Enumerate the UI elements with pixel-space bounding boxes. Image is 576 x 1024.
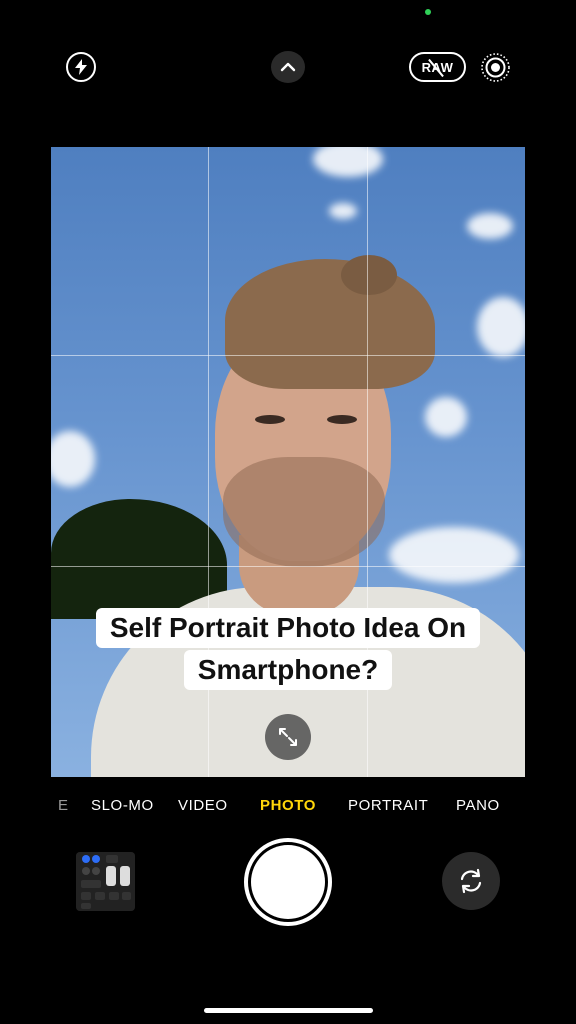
mode-partial[interactable]: E	[58, 797, 69, 814]
grid-line	[51, 355, 525, 356]
shutter-button[interactable]	[244, 838, 332, 926]
mode-photo[interactable]: PHOTO	[260, 797, 316, 814]
camera-flip-icon	[460, 868, 482, 894]
caption-text-1: Self Portrait Photo Idea On	[95, 608, 481, 648]
expand-controls-button[interactable]	[271, 51, 305, 83]
live-photo-icon	[481, 53, 510, 82]
flash-button[interactable]	[66, 52, 96, 82]
control-center-preview-icon	[76, 852, 135, 911]
caption-text-2: Smartphone?	[183, 650, 393, 690]
shutter-icon	[251, 845, 325, 919]
cloud	[389, 527, 519, 583]
camera-flip-button[interactable]	[442, 852, 500, 910]
chevron-up-icon	[280, 62, 296, 72]
expand-arrows-icon	[279, 728, 297, 746]
eye	[327, 415, 357, 424]
mode-pano[interactable]: PANO	[456, 797, 500, 814]
hair-tuft	[341, 255, 397, 295]
raw-toggle-button[interactable]: RAW	[409, 52, 466, 82]
hair	[225, 259, 435, 389]
last-photo-thumbnail[interactable]	[76, 852, 135, 911]
cloud	[477, 297, 525, 357]
cloud	[467, 213, 513, 239]
flash-icon	[75, 59, 87, 75]
mode-portrait[interactable]: PORTRAIT	[348, 797, 428, 814]
status-indicator-dot	[425, 9, 431, 15]
mode-slo-mo[interactable]: SLO-MO	[91, 797, 154, 814]
cloud	[425, 397, 467, 437]
grid-line	[51, 566, 525, 567]
caption-line-1: Self Portrait Photo Idea On	[0, 608, 576, 648]
beard	[223, 457, 385, 567]
caption-line-2: Smartphone?	[0, 650, 576, 690]
eye	[255, 415, 285, 424]
cloud	[329, 203, 357, 219]
zoom-toggle-button[interactable]	[265, 714, 311, 760]
mode-video[interactable]: VIDEO	[178, 797, 228, 814]
camera-mode-selector[interactable]: E SLO-MO VIDEO PHOTO PORTRAIT PANO	[0, 797, 576, 821]
live-photo-button[interactable]	[480, 52, 511, 83]
home-indicator[interactable]	[204, 1008, 373, 1013]
